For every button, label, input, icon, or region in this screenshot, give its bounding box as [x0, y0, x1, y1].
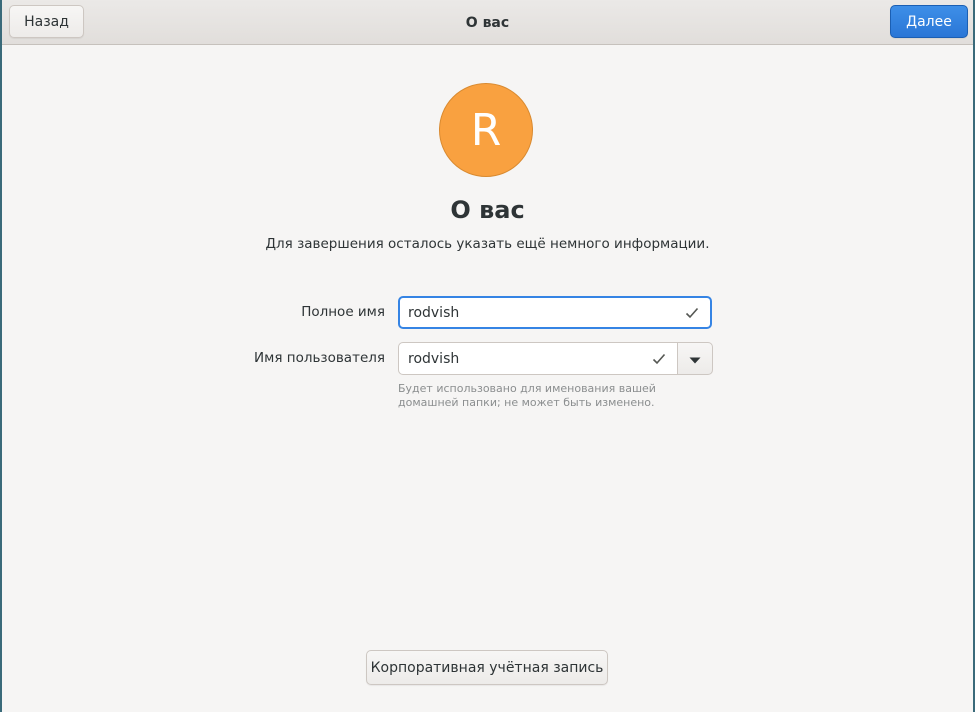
- avatar-initial: R: [470, 104, 502, 156]
- fullname-label: Полное имя: [301, 304, 385, 320]
- next-button[interactable]: Далее: [890, 5, 968, 38]
- enterprise-account-button[interactable]: Корпоративная учётная запись: [366, 650, 608, 685]
- page-title: О вас: [450, 196, 525, 224]
- back-button[interactable]: Назад: [9, 5, 84, 38]
- username-hint: Будет использовано для именования вашей …: [398, 382, 656, 409]
- page-subtitle: Для завершения осталось указать ещё немн…: [265, 236, 710, 252]
- avatar[interactable]: R: [439, 83, 533, 177]
- triangle-down-icon: [689, 349, 701, 368]
- fullname-value: rodvish: [408, 304, 460, 321]
- header-bar: Назад О вас Далее: [2, 0, 973, 45]
- username-field[interactable]: rodvish: [398, 342, 678, 375]
- username-dropdown-button[interactable]: [677, 342, 713, 375]
- username-value: rodvish: [408, 350, 460, 367]
- check-icon: [684, 305, 700, 321]
- window-title: О вас: [465, 14, 510, 31]
- username-label: Имя пользователя: [254, 350, 385, 366]
- setup-window: Назад О вас Далее R О вас Для завершения…: [2, 0, 973, 712]
- fullname-field[interactable]: rodvish: [398, 296, 712, 329]
- check-icon: [651, 351, 667, 367]
